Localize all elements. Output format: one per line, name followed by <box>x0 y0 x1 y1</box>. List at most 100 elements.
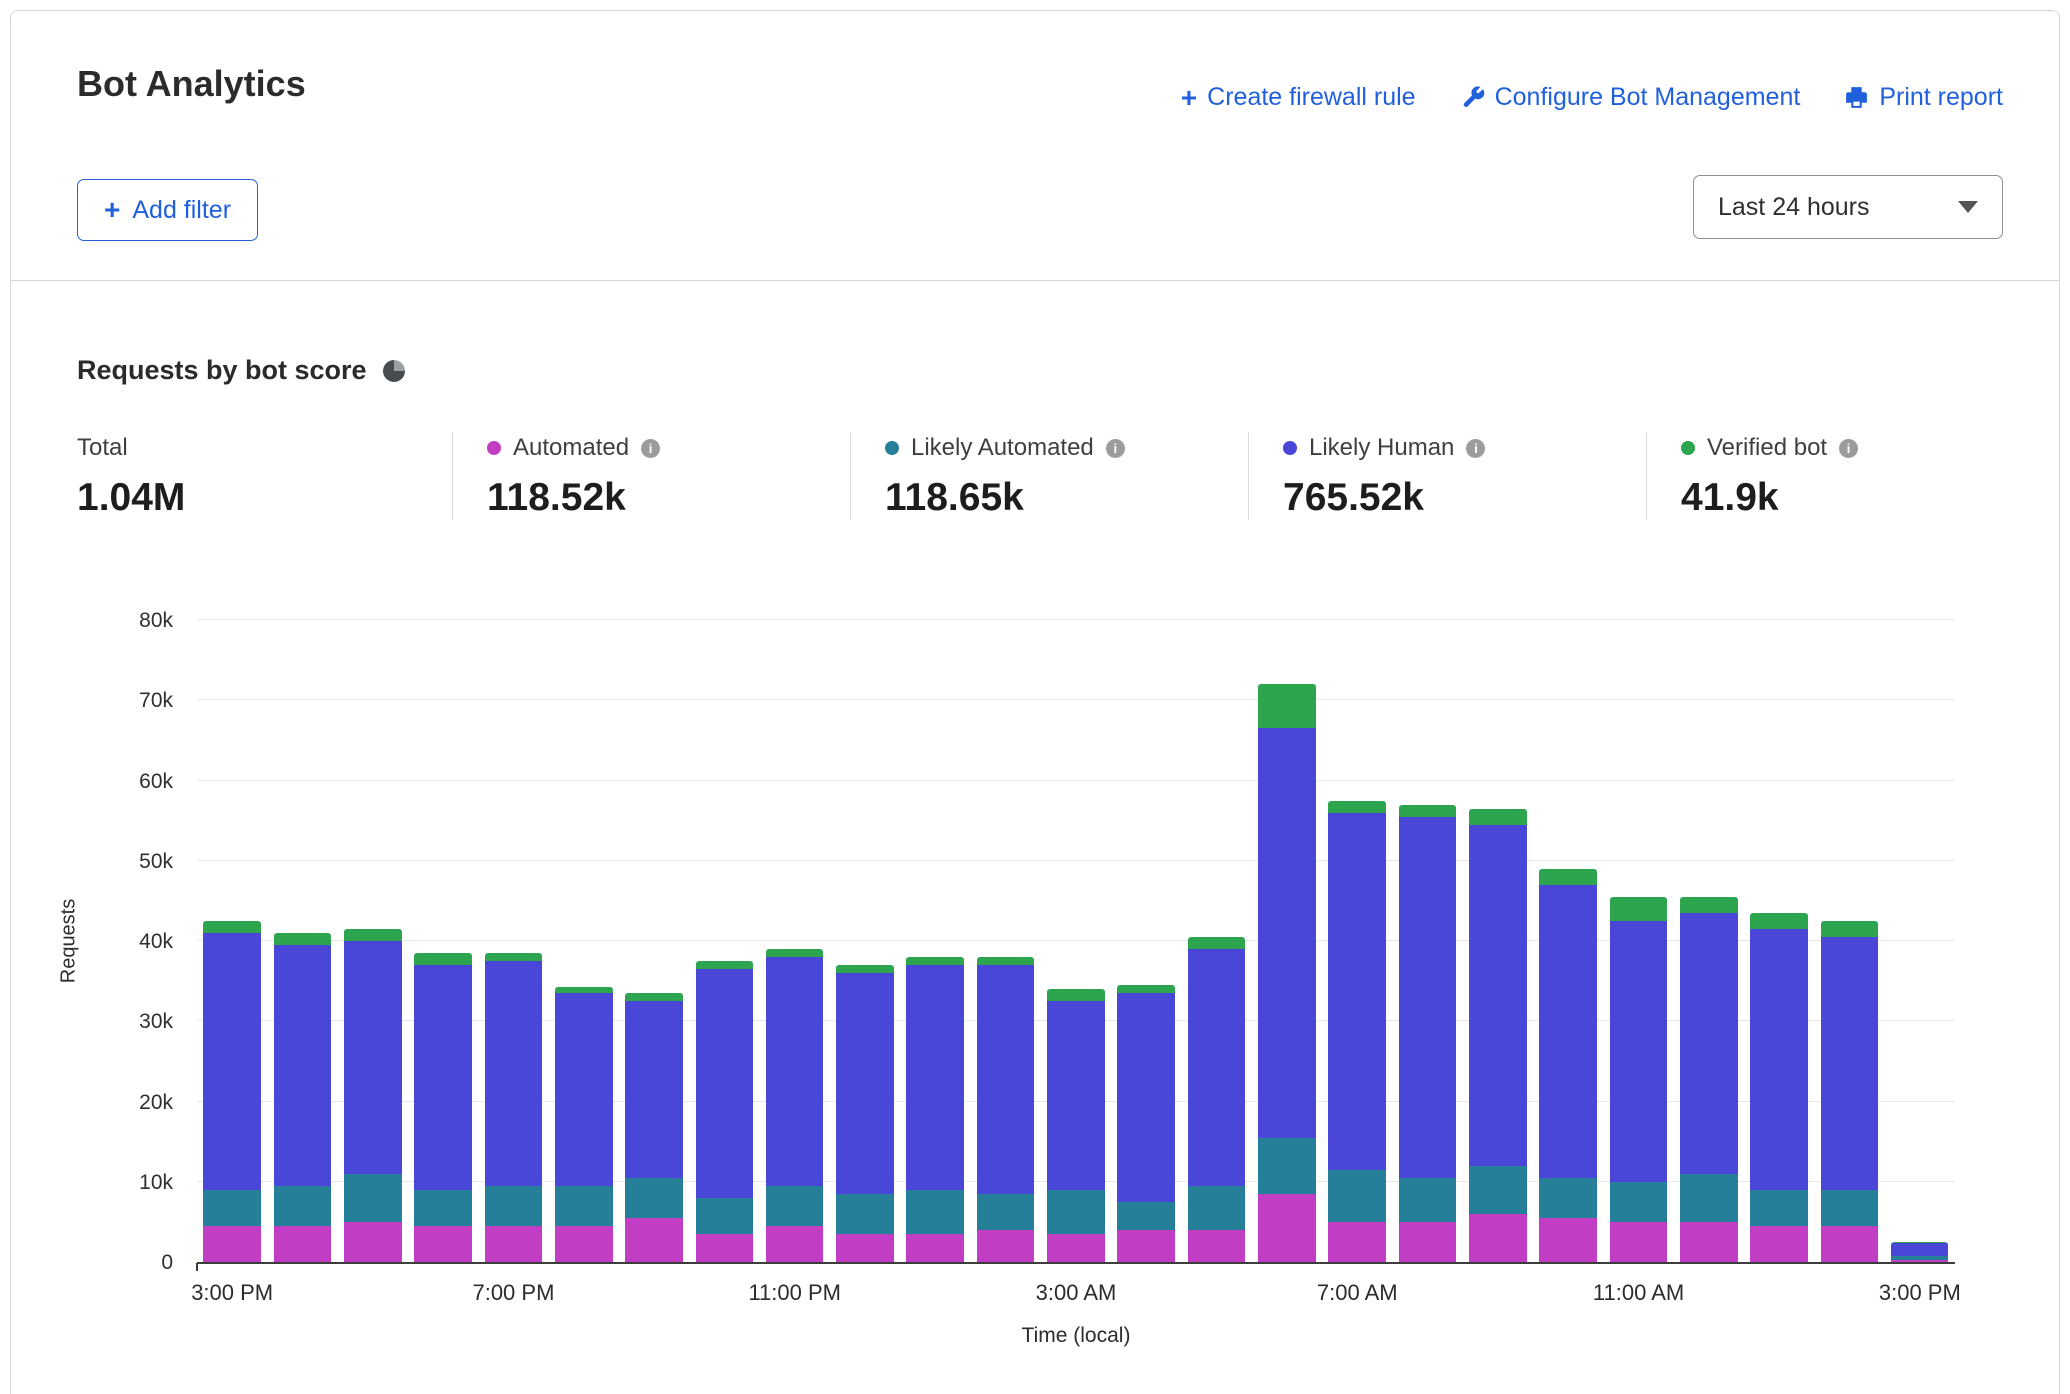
bar-segment <box>1610 921 1668 1182</box>
likely-automated-dot-icon <box>885 441 899 455</box>
header: Bot Analytics + Create firewall rule Con… <box>11 11 2059 281</box>
print-report-link[interactable]: Print report <box>1844 83 2003 112</box>
bar[interactable] <box>900 620 970 1262</box>
bar-segment <box>1188 1230 1246 1262</box>
info-icon[interactable]: i <box>1106 439 1125 458</box>
bar-segment <box>1328 801 1386 813</box>
bar-segment <box>1539 1178 1597 1218</box>
stat-likely-human: Likely Human i 765.52k <box>1248 432 1646 520</box>
bar[interactable] <box>1744 620 1814 1262</box>
bar-segment <box>1610 1182 1668 1222</box>
bar-segment <box>1821 937 1879 1190</box>
bar-segment <box>1258 1194 1316 1262</box>
page-title: Bot Analytics <box>77 63 306 105</box>
printer-icon <box>1844 85 1869 110</box>
bar[interactable] <box>1392 620 1462 1262</box>
bar[interactable] <box>1885 620 1955 1262</box>
x-tick-label: 7:00 PM <box>472 1280 554 1306</box>
bar-segment <box>414 1226 472 1262</box>
info-icon[interactable]: i <box>641 439 660 458</box>
info-icon[interactable]: i <box>1839 439 1858 458</box>
stat-verified-bot: Verified bot i 41.9k <box>1646 432 2044 520</box>
bar-segment <box>906 957 964 965</box>
bar[interactable] <box>1041 620 1111 1262</box>
bar-segment <box>1539 1218 1597 1262</box>
bar[interactable] <box>619 620 689 1262</box>
bar-segment <box>414 953 472 965</box>
bar[interactable] <box>689 620 759 1262</box>
bar-segment <box>485 961 543 1186</box>
y-tick-label: 20k <box>101 1091 173 1115</box>
bar-segment <box>344 1174 402 1222</box>
bar-segment <box>1047 1190 1105 1234</box>
bar[interactable] <box>1181 620 1251 1262</box>
bar[interactable] <box>1603 620 1673 1262</box>
bar-segment <box>485 1186 543 1226</box>
bar-segment <box>555 993 613 1186</box>
bar[interactable] <box>408 620 478 1262</box>
bar-segment <box>1258 1138 1316 1194</box>
x-tick-label: 3:00 PM <box>1879 1280 1961 1306</box>
create-firewall-rule-link[interactable]: + Create firewall rule <box>1181 83 1416 112</box>
section-title: Requests by bot score <box>77 355 367 386</box>
bar-segment <box>1188 1186 1246 1230</box>
bar[interactable] <box>1322 620 1392 1262</box>
bar[interactable] <box>830 620 900 1262</box>
time-range-select[interactable]: Last 24 hours <box>1693 175 2003 239</box>
bar-segment <box>1469 825 1527 1166</box>
bar-segment <box>1117 985 1175 993</box>
stat-total: Total 1.04M <box>11 432 452 520</box>
bar-segment <box>344 941 402 1174</box>
bar[interactable] <box>267 620 337 1262</box>
bar[interactable] <box>338 620 408 1262</box>
y-tick-label: 0 <box>101 1251 173 1275</box>
bar-segment <box>1469 809 1527 825</box>
header-actions: + Create firewall rule Configure Bot Man… <box>1181 83 2003 112</box>
likely-human-dot-icon <box>1283 441 1297 455</box>
page: Bot Analytics + Create firewall rule Con… <box>0 0 2070 1394</box>
x-tick-label: 11:00 PM <box>748 1280 841 1306</box>
bar-segment <box>1891 1243 1949 1257</box>
info-icon[interactable]: i <box>1466 439 1485 458</box>
bar[interactable] <box>1814 620 1884 1262</box>
plus-icon: + <box>1181 84 1197 112</box>
y-tick-label: 70k <box>101 689 173 713</box>
stat-automated-value: 118.52k <box>487 476 850 520</box>
bar[interactable] <box>1463 620 1533 1262</box>
bar-segment <box>485 1226 543 1262</box>
bar-segment <box>696 1234 754 1262</box>
bot-analytics-card: Bot Analytics + Create firewall rule Con… <box>10 10 2060 1394</box>
bar-segment <box>1188 937 1246 949</box>
bar[interactable] <box>1111 620 1181 1262</box>
bar[interactable] <box>760 620 830 1262</box>
bar-segment <box>1750 1226 1808 1262</box>
bar-segment <box>1328 1170 1386 1222</box>
bar-segment <box>274 1186 332 1226</box>
configure-bot-management-link[interactable]: Configure Bot Management <box>1460 83 1801 112</box>
bar-segment <box>977 965 1035 1194</box>
bar-segment <box>1821 921 1879 937</box>
x-tick-label: 7:00 AM <box>1317 1280 1398 1306</box>
bar[interactable] <box>478 620 548 1262</box>
bar-segment <box>766 949 824 957</box>
print-report-label: Print report <box>1879 83 2003 112</box>
bar-segment <box>1399 1178 1457 1222</box>
bar[interactable] <box>549 620 619 1262</box>
add-filter-button[interactable]: + Add filter <box>77 179 258 241</box>
bar-segment <box>203 933 261 1190</box>
bar-segment <box>555 1186 613 1226</box>
bar-segment <box>836 965 894 973</box>
bar-segment <box>625 1218 683 1262</box>
bar[interactable] <box>970 620 1040 1262</box>
bar-segment <box>625 1178 683 1218</box>
bar[interactable] <box>1533 620 1603 1262</box>
bar[interactable] <box>1252 620 1322 1262</box>
bar[interactable] <box>197 620 267 1262</box>
x-axis-title: Time (local) <box>1022 1324 1131 1348</box>
wrench-icon <box>1460 85 1485 110</box>
x-tick-label: 3:00 PM <box>191 1280 273 1306</box>
bar-segment <box>1680 913 1738 1174</box>
bar-segment <box>203 921 261 933</box>
bar[interactable] <box>1674 620 1744 1262</box>
bar-segment <box>977 957 1035 965</box>
